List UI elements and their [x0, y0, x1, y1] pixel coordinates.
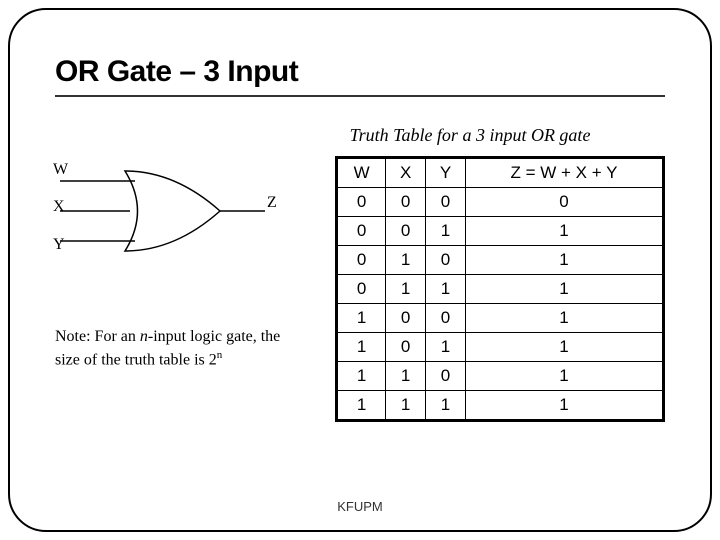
note-prefix: Note: For an: [55, 328, 140, 345]
cell: 1: [386, 275, 426, 304]
cell: 0: [426, 246, 466, 275]
cell: 1: [426, 333, 466, 362]
cell: 0: [426, 188, 466, 217]
th-z: Z = W + X + Y: [465, 158, 663, 188]
cell: 1: [386, 362, 426, 391]
slide-title: OR Gate – 3 Input: [55, 55, 665, 89]
truth-table-body: 0 0 0 0 0 0 1 1 0 1 0 1: [337, 188, 664, 421]
table-row: 1 0 0 1: [337, 304, 664, 333]
cell: 1: [465, 304, 663, 333]
table-row: 1 1 0 1: [337, 362, 664, 391]
slide-footer: KFUPM: [10, 499, 710, 514]
cell: 0: [426, 304, 466, 333]
gate-output-z: Z: [267, 194, 277, 212]
table-row: 0 0 0 0: [337, 188, 664, 217]
cell: 0: [386, 333, 426, 362]
gate-input-y: Y: [53, 236, 65, 254]
cell: 0: [337, 246, 386, 275]
footnote: Note: For an n-input logic gate, the siz…: [55, 326, 305, 371]
cell: 0: [337, 217, 386, 246]
table-row: 1 1 1 1: [337, 391, 664, 421]
cell: 1: [337, 362, 386, 391]
title-underline: [55, 95, 665, 97]
truth-table: W X Y Z = W + X + Y 0 0 0 0 0: [335, 156, 665, 422]
right-column: W X Y Z = W + X + Y 0 0 0 0 0: [335, 156, 665, 422]
cell: 0: [337, 188, 386, 217]
table-row: 0 0 1 1: [337, 217, 664, 246]
th-x: X: [386, 158, 426, 188]
slide-frame: OR Gate – 3 Input Truth Table for a 3 in…: [8, 8, 712, 532]
cell: 0: [386, 304, 426, 333]
cell: 1: [386, 391, 426, 421]
or-gate-diagram: W X Y Z: [55, 156, 285, 276]
note-n: n: [140, 328, 148, 345]
or-gate-icon: [55, 156, 285, 276]
cell: 0: [465, 188, 663, 217]
cell: 1: [337, 304, 386, 333]
content-area: W X Y Z Note: For an n-input logic gate,…: [55, 156, 665, 422]
cell: 1: [386, 246, 426, 275]
cell: 1: [465, 217, 663, 246]
table-row: 0 1 0 1: [337, 246, 664, 275]
table-caption: Truth Table for a 3 input OR gate: [275, 125, 665, 146]
cell: 1: [465, 333, 663, 362]
cell: 1: [426, 217, 466, 246]
cell: 1: [465, 362, 663, 391]
cell: 1: [337, 333, 386, 362]
table-row: 1 0 1 1: [337, 333, 664, 362]
left-column: W X Y Z Note: For an n-input logic gate,…: [55, 156, 305, 371]
th-w: W: [337, 158, 386, 188]
cell: 1: [426, 391, 466, 421]
cell: 0: [386, 188, 426, 217]
table-row: 0 1 1 1: [337, 275, 664, 304]
note-exp: n: [217, 349, 223, 361]
cell: 0: [426, 362, 466, 391]
cell: 0: [337, 275, 386, 304]
gate-input-w: W: [53, 161, 68, 179]
cell: 1: [465, 275, 663, 304]
cell: 1: [337, 391, 386, 421]
gate-input-x: X: [53, 198, 65, 216]
cell: 0: [386, 217, 426, 246]
cell: 1: [465, 391, 663, 421]
cell: 1: [426, 275, 466, 304]
th-y: Y: [426, 158, 466, 188]
cell: 1: [465, 246, 663, 275]
